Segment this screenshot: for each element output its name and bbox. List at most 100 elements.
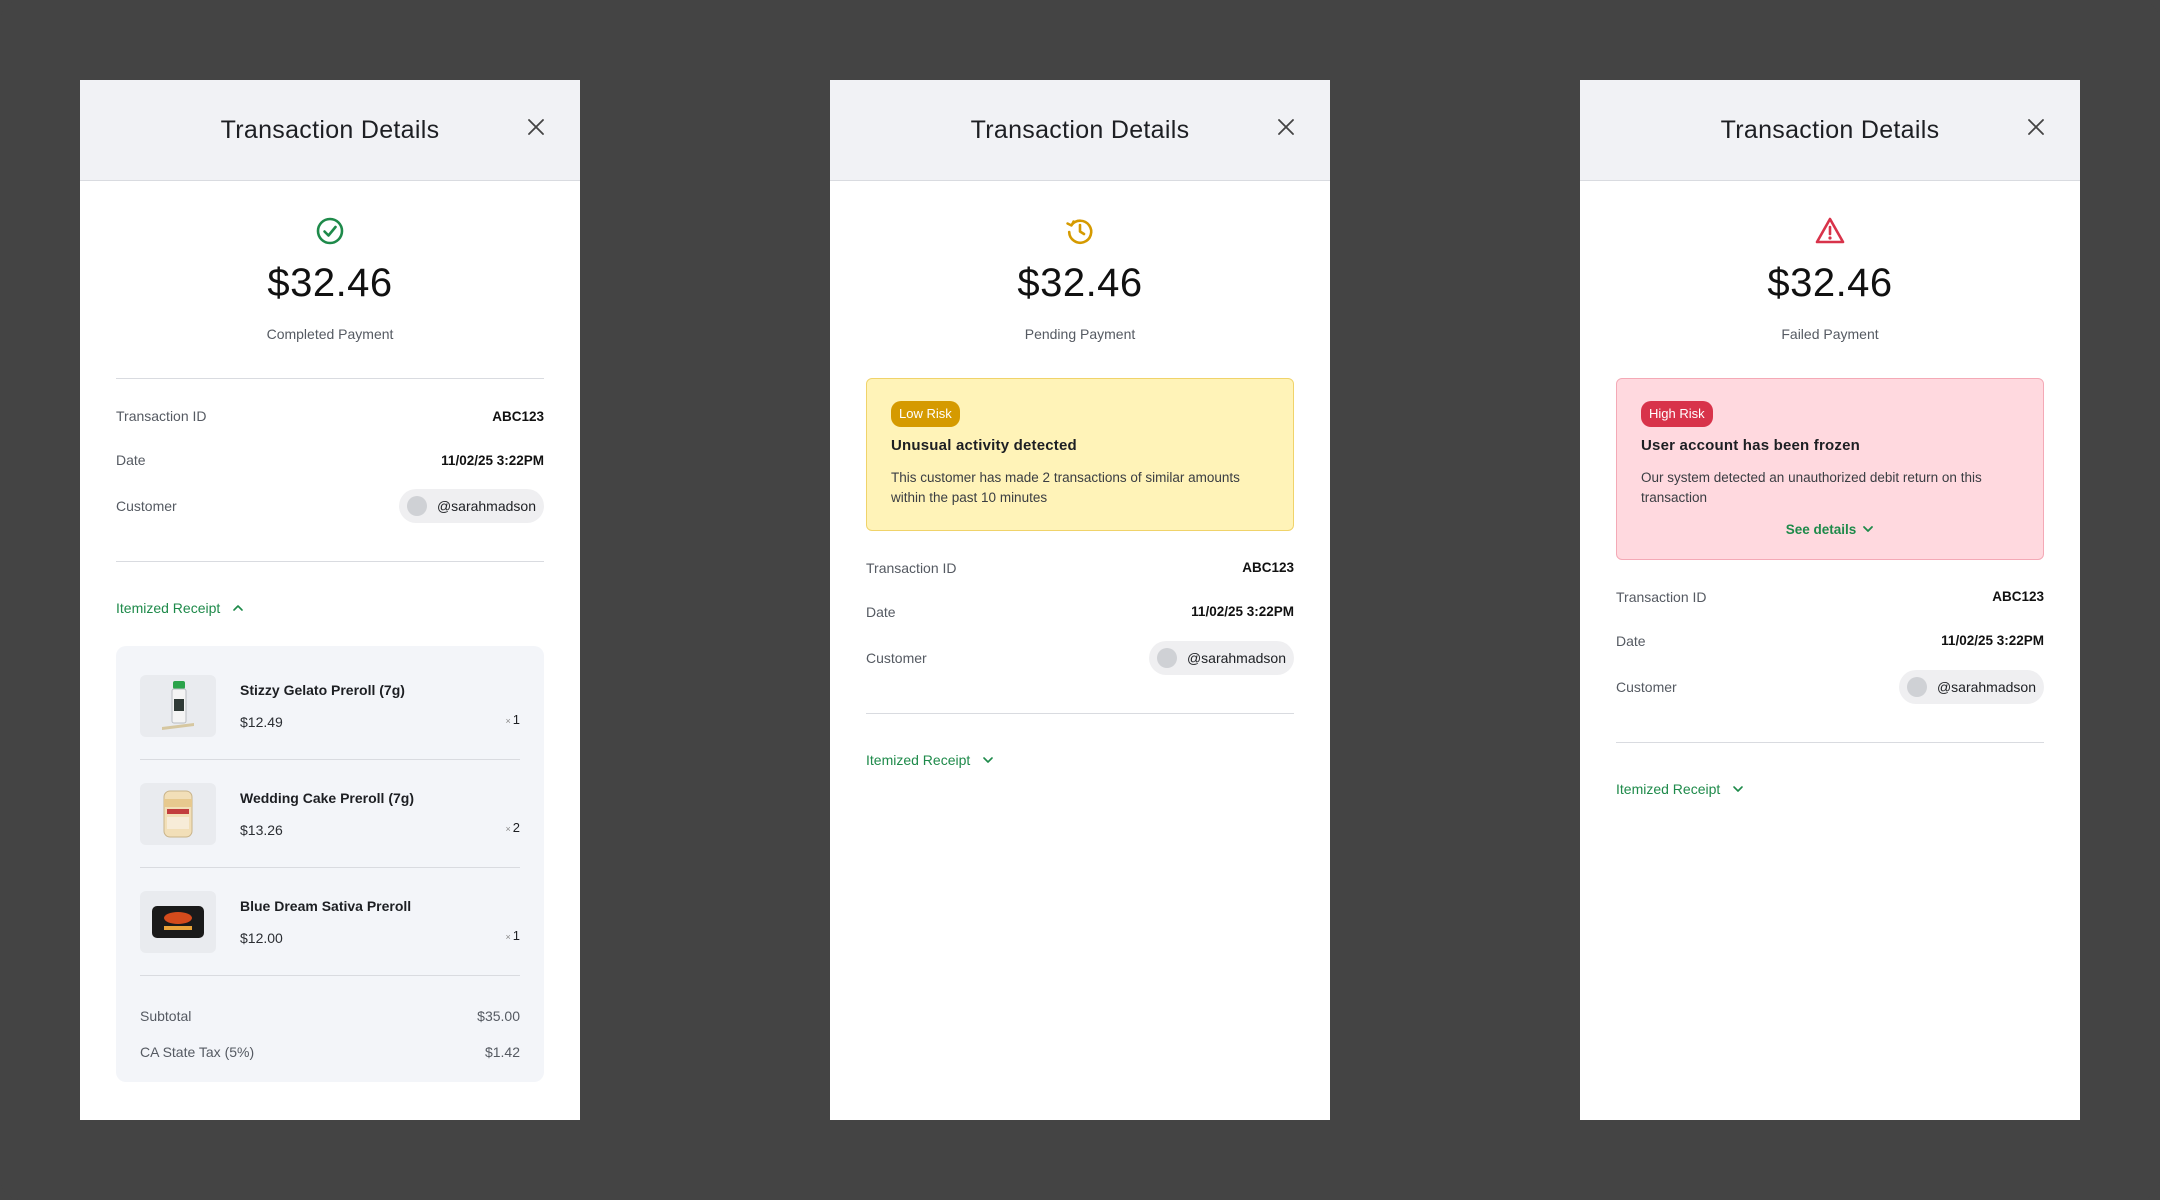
chevron-down-icon <box>1863 526 1874 532</box>
risk-badge: Low Risk <box>891 401 960 427</box>
status-block: $32.46 Failed Payment <box>1616 181 2044 342</box>
payment-status-label: Failed Payment <box>1781 326 1879 342</box>
item-name: Blue Dream Sativa Preroll <box>240 897 412 914</box>
customer-label: Customer <box>1616 678 1677 695</box>
divider <box>1616 741 2044 743</box>
history-clock-icon <box>1064 215 1096 247</box>
subtotal-value: $35.00 <box>477 1008 520 1024</box>
payment-status-label: Pending Payment <box>1024 326 1136 342</box>
date-label: Date <box>1616 632 1646 649</box>
subtotal-row: Subtotal $35.00 <box>140 998 520 1034</box>
customer-chip[interactable]: @sarahmadson <box>398 489 544 523</box>
customer-row: Customer @sarahmadson <box>1616 669 2044 704</box>
item-name: Wedding Cake Preroll (7g) <box>240 789 414 806</box>
transaction-id-label: Transaction ID <box>866 559 957 576</box>
date-row: Date 11/02/25 3:22PM <box>1616 630 2044 652</box>
item-quantity: × 1 <box>505 712 521 727</box>
transaction-info: Transaction ID ABC123 Date 11/02/25 3:22… <box>116 379 544 523</box>
close-button[interactable] <box>2026 117 2046 137</box>
see-details-label: See details <box>1785 521 1857 537</box>
item-name: Stizzy Gelato Preroll (7g) <box>240 681 405 698</box>
transaction-id-value: ABC123 <box>1992 589 2044 605</box>
date-value: 11/02/25 3:22PM <box>441 452 544 468</box>
alert-title: User account has been frozen <box>1641 436 1860 454</box>
itemized-receipt-toggle[interactable]: Itemized Receipt <box>866 752 1294 768</box>
transaction-details-panel-pending: Transaction Details $32.46 Pending Payme… <box>830 80 1330 1120</box>
see-details-link[interactable]: See details <box>1641 522 2019 537</box>
item-price: $13.26 <box>240 821 283 838</box>
date-row: Date 11/02/25 3:22PM <box>866 601 1294 623</box>
customer-label: Customer <box>116 498 177 514</box>
receipt-box: Stizzy Gelato Preroll (7g) $12.49 × 1 Wed… <box>116 646 544 1082</box>
panel-title: Transaction Details <box>1720 115 1940 144</box>
customer-handle: @sarahmadson <box>436 498 536 514</box>
tax-value: $1.42 <box>484 1044 520 1060</box>
panel-title: Transaction Details <box>220 115 440 144</box>
tax-label: CA State Tax (5%) <box>140 1044 255 1060</box>
risk-badge: High Risk <box>1641 401 1713 427</box>
item-quantity: × 1 <box>505 928 521 943</box>
customer-chip[interactable]: @sarahmadson <box>1148 640 1294 675</box>
transaction-id-row: Transaction ID ABC123 <box>866 557 1294 579</box>
panel-header: Transaction Details <box>830 80 1330 181</box>
customer-handle: @sarahmadson <box>1186 649 1286 666</box>
close-button[interactable] <box>1276 117 1296 137</box>
close-icon <box>528 119 544 135</box>
check-circle-icon <box>314 215 346 247</box>
close-icon <box>2028 119 2044 135</box>
receipt-totals: Subtotal $35.00 CA State Tax (5%) $1.42 <box>140 976 520 1070</box>
date-row: Date 11/02/25 3:22PM <box>116 449 544 471</box>
transaction-details-panel-failed: Transaction Details $32.46 Failed Paymen… <box>1580 80 2080 1120</box>
transaction-info: Transaction ID ABC123 Date 11/02/25 3:22… <box>866 531 1294 675</box>
status-block: $32.46 Completed Payment <box>116 181 544 342</box>
preroll-tin-image <box>140 890 216 953</box>
itemized-receipt-toggle[interactable]: Itemized Receipt <box>1616 781 2044 797</box>
close-icon <box>1278 119 1294 135</box>
divider <box>866 712 1294 714</box>
list-item: Wedding Cake Preroll (7g) $13.26 × 2 <box>140 760 520 868</box>
transaction-id-label: Transaction ID <box>1616 588 1707 605</box>
status-block: $32.46 Pending Payment <box>866 181 1294 342</box>
date-value: 11/02/25 3:22PM <box>1941 633 2044 649</box>
customer-label: Customer <box>866 649 927 666</box>
chevron-down-icon <box>1733 785 1744 792</box>
canvas: Transaction Details $32.46 Completed Pay… <box>0 0 2160 1200</box>
transaction-id-label: Transaction ID <box>116 408 207 424</box>
panel-header: Transaction Details <box>80 80 580 181</box>
preroll-tube-image <box>140 674 216 737</box>
itemized-receipt-toggle[interactable]: Itemized Receipt <box>116 600 544 616</box>
itemized-receipt-label: Itemized Receipt <box>866 751 971 768</box>
itemized-receipt-label: Itemized Receipt <box>1616 780 1721 797</box>
chevron-up-icon <box>233 605 244 611</box>
item-quantity: × 2 <box>505 820 521 835</box>
subtotal-label: Subtotal <box>140 1008 192 1024</box>
payment-amount: $32.46 <box>1767 261 1893 305</box>
list-item: Stizzy Gelato Preroll (7g) $12.49 × 1 <box>140 652 520 760</box>
close-button[interactable] <box>526 117 546 137</box>
transaction-id-row: Transaction ID ABC123 <box>116 405 544 427</box>
avatar <box>1156 647 1177 668</box>
date-label: Date <box>116 452 146 468</box>
chevron-down-icon <box>983 756 994 763</box>
transaction-id-row: Transaction ID ABC123 <box>1616 586 2044 608</box>
date-label: Date <box>866 603 896 620</box>
alert-title: Unusual activity detected <box>891 436 1077 454</box>
list-item: Blue Dream Sativa Preroll $12.00 × 1 <box>140 868 520 976</box>
tax-row: CA State Tax (5%) $1.42 <box>140 1034 520 1070</box>
transaction-id-value: ABC123 <box>492 408 544 424</box>
customer-row: Customer @sarahmadson <box>116 489 544 523</box>
preroll-jar-image <box>140 782 216 845</box>
transaction-info: Transaction ID ABC123 Date 11/02/25 3:22… <box>1616 560 2044 704</box>
warning-triangle-icon <box>1814 215 1846 247</box>
avatar <box>406 496 427 516</box>
customer-handle: @sarahmadson <box>1936 678 2036 695</box>
transaction-details-panel-completed: Transaction Details $32.46 Completed Pay… <box>80 80 580 1120</box>
customer-row: Customer @sarahmadson <box>866 640 1294 675</box>
customer-chip[interactable]: @sarahmadson <box>1898 669 2044 704</box>
date-value: 11/02/25 3:22PM <box>1191 604 1294 620</box>
risk-alert: High Risk User account has been frozen O… <box>1616 378 2044 560</box>
alert-text: This customer has made 2 transactions of… <box>891 469 1240 505</box>
payment-status-label: Completed Payment <box>266 326 394 342</box>
avatar <box>1906 676 1927 697</box>
item-price: $12.49 <box>240 713 283 730</box>
